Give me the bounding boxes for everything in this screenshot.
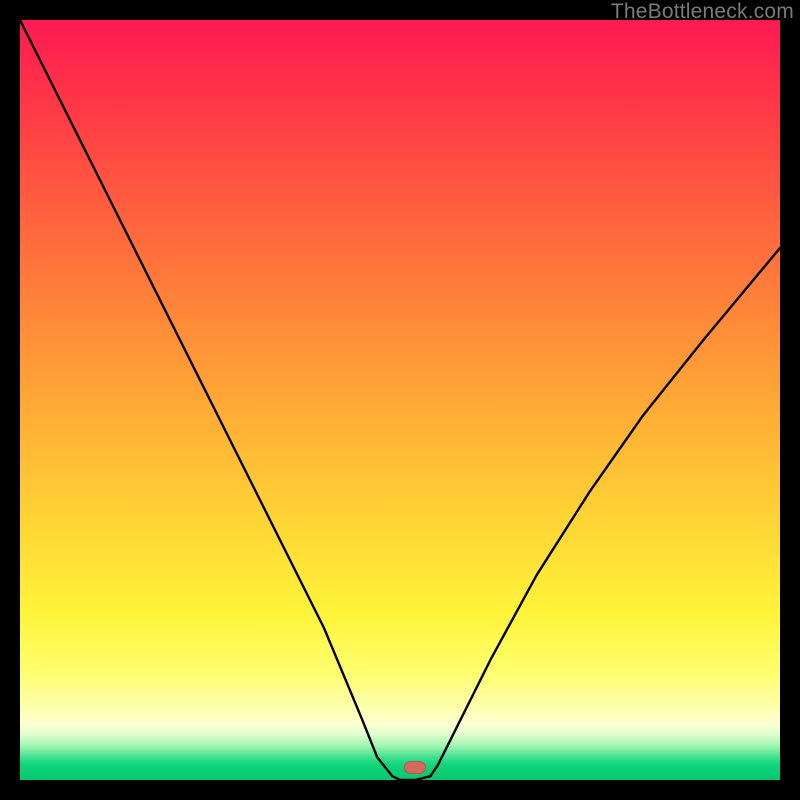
chart-frame: TheBottleneck.com <box>0 0 800 800</box>
optimal-marker <box>404 761 426 774</box>
plot-area <box>20 20 780 780</box>
watermark-text: TheBottleneck.com <box>611 0 794 24</box>
bottleneck-curve <box>20 20 780 780</box>
